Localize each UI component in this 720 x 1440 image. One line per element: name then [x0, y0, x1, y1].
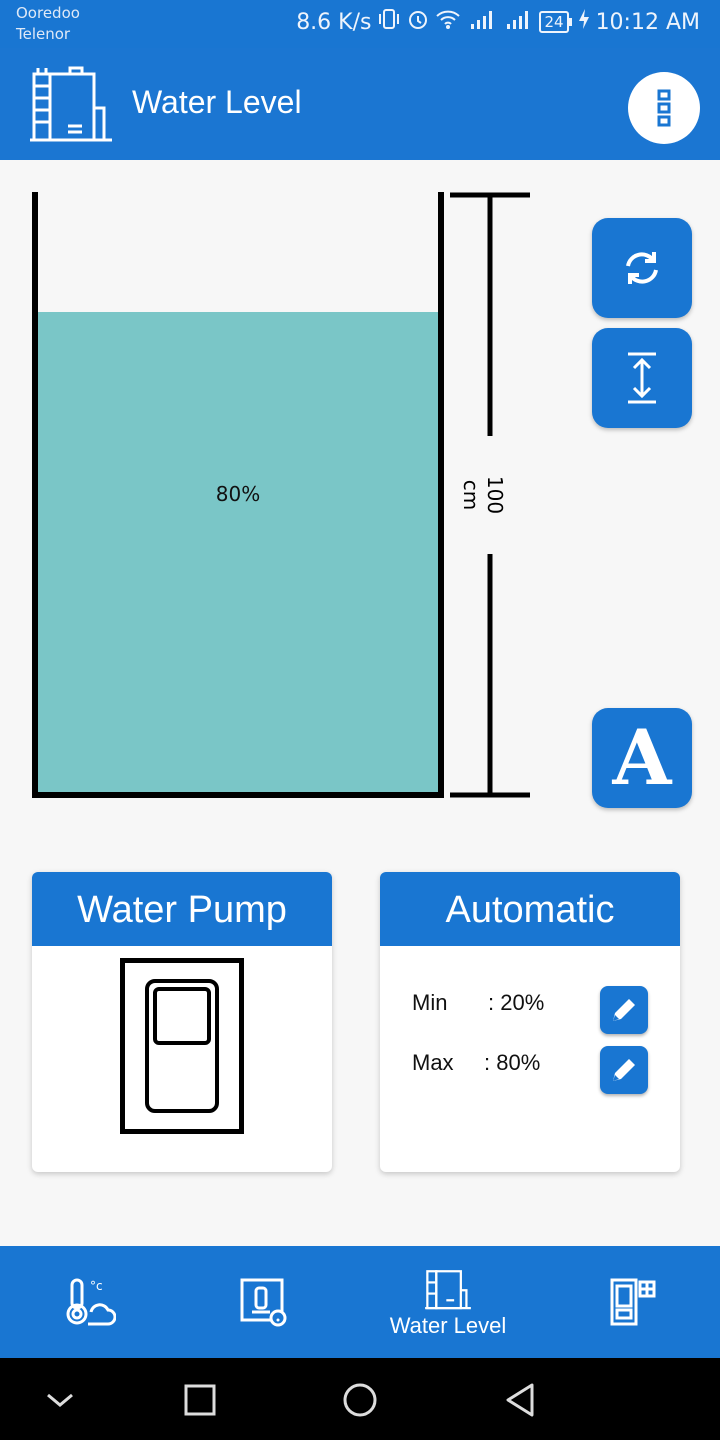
battery-icon: 24 [539, 11, 572, 33]
charging-icon [578, 8, 590, 36]
wifi-icon [435, 8, 461, 36]
signal-3g-icon [467, 8, 497, 36]
home-button[interactable] [338, 1378, 382, 1422]
max-label: Max [412, 1050, 454, 1075]
vertical-resize-icon [628, 352, 656, 404]
nav-item-weather[interactable]: °c [0, 1246, 180, 1358]
back-button[interactable] [498, 1378, 542, 1422]
auto-mode-letter: A [612, 713, 672, 802]
automatic-title: Automatic [380, 872, 680, 946]
nav-item-panel[interactable] [542, 1246, 720, 1358]
water-fill [38, 312, 438, 792]
page-title: Water Level [132, 84, 302, 120]
system-navigation-bar [0, 1358, 720, 1440]
nav-item-water-level[interactable]: Water Level [358, 1246, 538, 1358]
hide-keyboard-button[interactable] [38, 1378, 82, 1422]
circle-icon [343, 1383, 377, 1417]
clock: 10:12 AM [595, 9, 700, 35]
bottom-navigation: °c Water Level [0, 1246, 720, 1358]
battery-level: 24 [539, 11, 569, 33]
water-pump-title: Water Pump [32, 872, 332, 946]
carrier-2: Telenor [16, 25, 71, 43]
svg-text:°c: °c [90, 1279, 103, 1293]
signal-4g-icon [503, 8, 533, 36]
set-height-button[interactable] [592, 328, 692, 428]
max-value: : 80% [484, 1050, 541, 1075]
edit-max-button[interactable] [600, 1046, 648, 1094]
water-level-label: 80% [215, 482, 261, 506]
more-vertical-icon [657, 89, 671, 127]
switch-body [145, 979, 219, 1113]
status-icons: 8.6 K/s 24 10:12 AM [296, 8, 700, 36]
alarm-icon [407, 8, 429, 36]
back-triangle-icon [506, 1383, 534, 1417]
water-tank-icon [425, 1270, 471, 1310]
network-speed: 8.6 K/s [296, 9, 372, 35]
pencil-icon [613, 999, 635, 1021]
min-value: : 20% [488, 990, 545, 1015]
pump-switch[interactable] [120, 958, 244, 1134]
tank-height-label: 100 cm [459, 475, 507, 515]
water-tank: 80% [32, 192, 444, 798]
water-tank-logo-icon [28, 64, 114, 148]
status-bar: Ooredoo Telenor 8.6 K/s 24 10:12 AM [0, 0, 720, 48]
automatic-card: Automatic Min : 20% Max : 80% [380, 872, 680, 1172]
chevron-down-icon [47, 1393, 73, 1407]
switch-panel-icon [610, 1278, 656, 1326]
vibrate-icon [377, 8, 401, 36]
square-icon [184, 1384, 216, 1416]
carrier-1: Ooredoo [16, 4, 80, 22]
more-options-button[interactable] [628, 72, 700, 144]
app-bar: Water Level [0, 48, 720, 160]
edit-min-button[interactable] [600, 986, 648, 1034]
switch-rocker [153, 987, 211, 1045]
auto-mode-button[interactable]: A [592, 708, 692, 808]
wifi-switch-icon [240, 1278, 287, 1327]
refresh-icon [626, 252, 658, 284]
thermometer-cloud-icon: °c [66, 1278, 116, 1326]
refresh-button[interactable] [592, 218, 692, 318]
nav-item-switch[interactable] [172, 1246, 352, 1358]
pencil-icon [613, 1059, 635, 1081]
recent-apps-button[interactable] [178, 1378, 222, 1422]
nav-label-water-level: Water Level [389, 1313, 507, 1338]
water-pump-card: Water Pump [32, 872, 332, 1172]
min-label: Min [412, 990, 448, 1015]
